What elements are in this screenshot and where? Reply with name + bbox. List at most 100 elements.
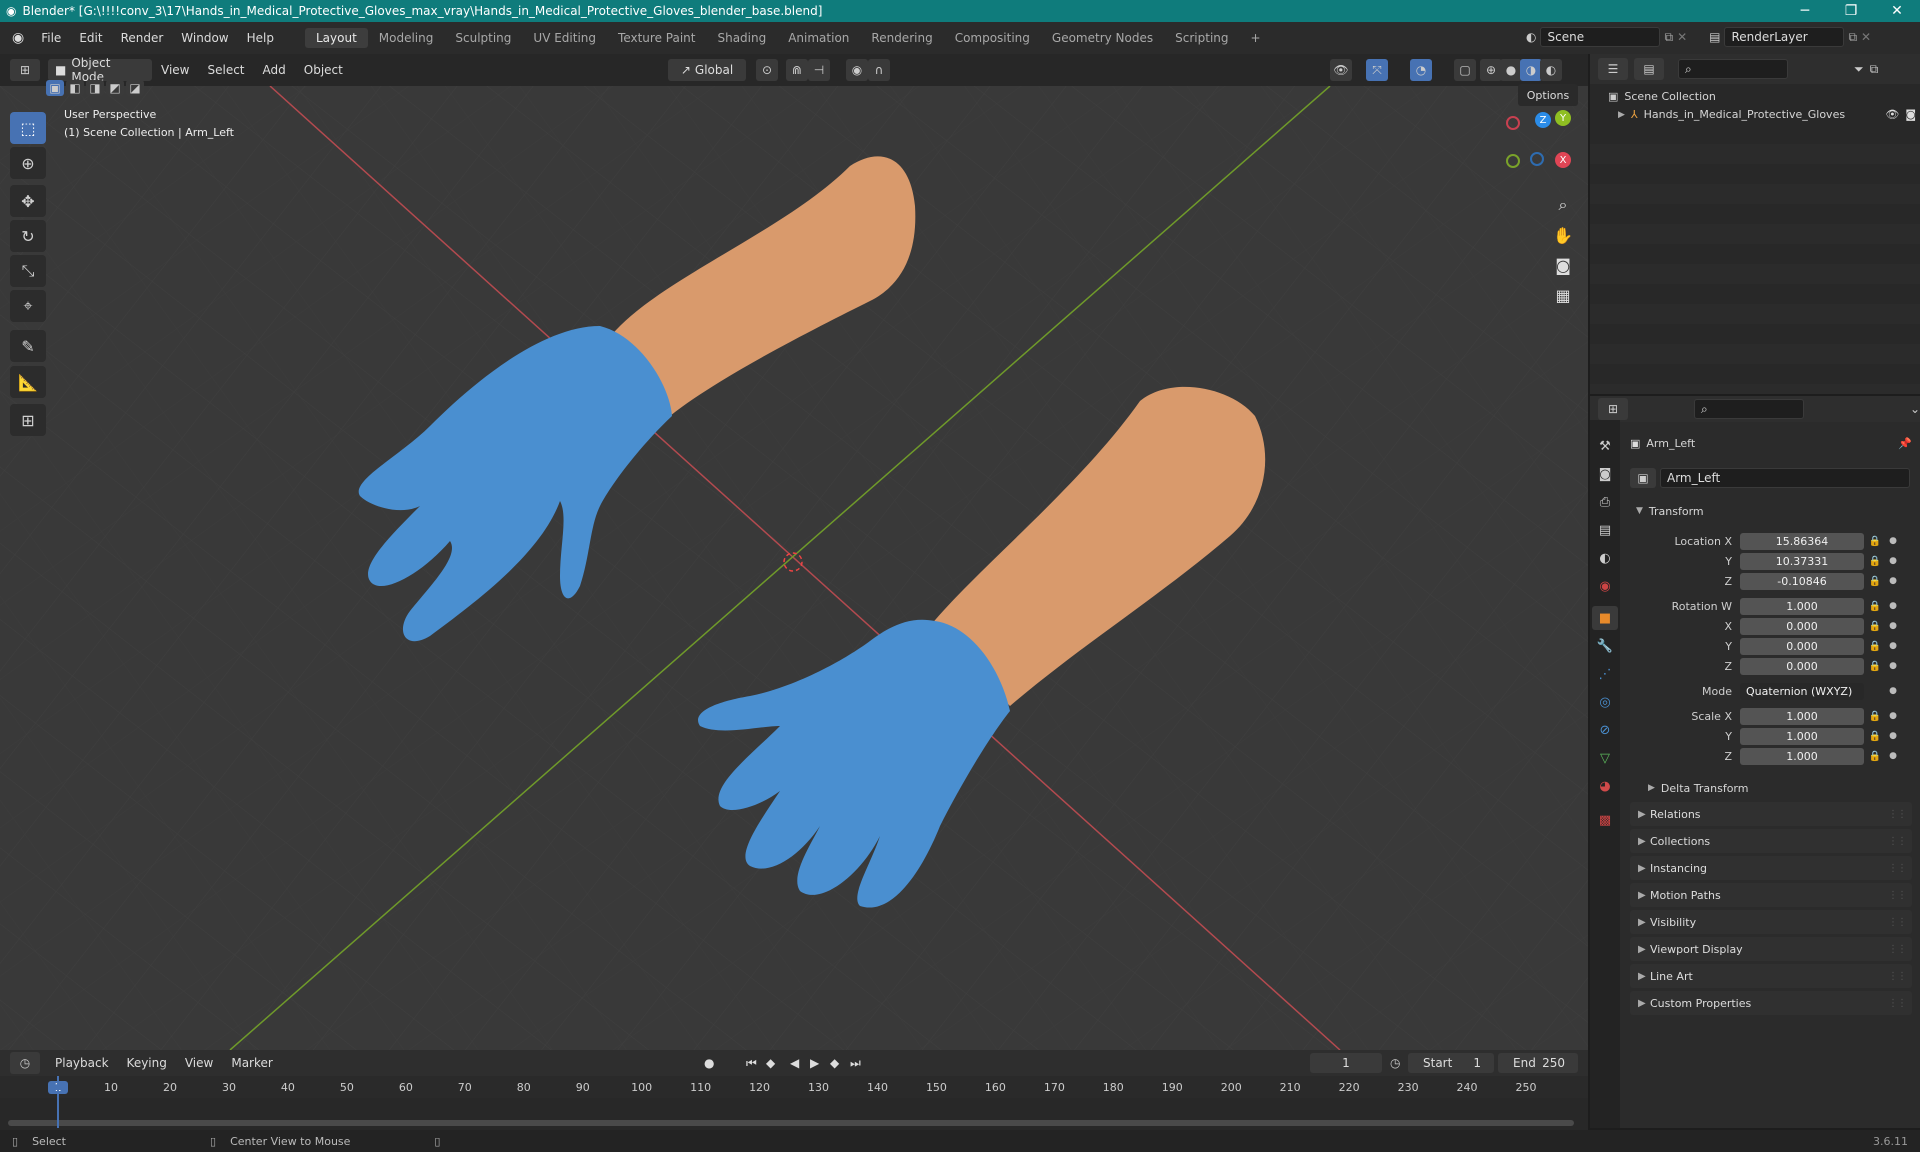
menu-render[interactable]: Render bbox=[112, 31, 173, 45]
gizmo-neg-z[interactable] bbox=[1530, 152, 1544, 166]
display-mode-icon[interactable]: ▤ bbox=[1634, 58, 1664, 80]
view-layer-icon[interactable]: ▤ bbox=[1709, 30, 1720, 44]
panel-custom-properties[interactable]: ▶ Custom Properties ⋮⋮ bbox=[1630, 991, 1912, 1015]
keyframe-dot-icon[interactable]: ● bbox=[1886, 731, 1900, 741]
visibility-icon[interactable]: 👁 bbox=[1330, 59, 1352, 81]
delta-transform-panel[interactable]: ▶ Delta Transform bbox=[1648, 778, 1912, 798]
object-name-field[interactable]: Arm_Left bbox=[1660, 468, 1910, 488]
output-tab-icon[interactable]: ⎙ bbox=[1592, 490, 1618, 514]
select-new-icon[interactable]: ▣ bbox=[46, 80, 64, 96]
blender-menu-icon[interactable]: ◉ bbox=[0, 30, 32, 46]
drag-grip-icon[interactable]: ⋮⋮ bbox=[1888, 863, 1907, 874]
wireframe-shading-icon[interactable]: ⊕ bbox=[1480, 59, 1502, 81]
material-shading-icon[interactable]: ◑ bbox=[1520, 59, 1542, 81]
menu-marker[interactable]: Marker bbox=[222, 1056, 281, 1070]
keyframe-dot-icon[interactable]: ● bbox=[1886, 711, 1900, 721]
camera-view-icon[interactable]: ◙ bbox=[1548, 250, 1578, 280]
keyframe-dot-icon[interactable]: ● bbox=[1886, 686, 1900, 696]
world-tab-icon[interactable]: ◉ bbox=[1592, 574, 1618, 598]
gizmo-neg-y[interactable] bbox=[1506, 154, 1520, 168]
lock-icon[interactable]: 🔒 bbox=[1864, 661, 1886, 672]
ortho-grid-icon[interactable]: ▦ bbox=[1548, 280, 1578, 310]
texture-tab-icon[interactable]: ▩ bbox=[1592, 808, 1618, 832]
menu-add[interactable]: Add bbox=[254, 63, 295, 77]
rotation-y-field[interactable]: 0.000 bbox=[1740, 637, 1864, 655]
delete-view-layer-icon[interactable]: ✕ bbox=[1861, 30, 1871, 44]
render-tab-icon[interactable]: ◙ bbox=[1592, 462, 1618, 486]
gizmo-z[interactable]: Z bbox=[1535, 112, 1551, 128]
lock-icon[interactable]: 🔒 bbox=[1864, 731, 1886, 742]
lock-icon[interactable]: 🔒 bbox=[1864, 601, 1886, 612]
rotate-tool-icon[interactable]: ↻ bbox=[10, 220, 46, 252]
lock-icon[interactable]: 🔒 bbox=[1864, 536, 1886, 547]
tab-texture-paint[interactable]: Texture Paint bbox=[607, 28, 706, 48]
rotation-z-field[interactable]: 0.000 bbox=[1740, 657, 1864, 675]
scale-y-field[interactable]: 1.000 bbox=[1740, 727, 1864, 745]
new-scene-icon[interactable]: ⧉ bbox=[1664, 30, 1673, 45]
select-box-tool-icon[interactable]: ⬚ bbox=[10, 112, 46, 144]
keyframe-dot-icon[interactable]: ● bbox=[1886, 621, 1900, 631]
menu-keying[interactable]: Keying bbox=[118, 1056, 176, 1070]
menu-playback[interactable]: Playback bbox=[46, 1056, 118, 1070]
panel-visibility[interactable]: ▶ Visibility ⋮⋮ bbox=[1630, 910, 1912, 934]
keyframe-dot-icon[interactable]: ● bbox=[1886, 556, 1900, 566]
tab-sculpting[interactable]: Sculpting bbox=[444, 28, 522, 48]
material-tab-icon[interactable]: ◕ bbox=[1592, 774, 1618, 798]
tab-layout[interactable]: Layout bbox=[304, 28, 368, 48]
3d-viewport[interactable]: User Perspective (1) Scene Collection | … bbox=[0, 86, 1588, 1050]
tab-rendering[interactable]: Rendering bbox=[860, 28, 943, 48]
properties-options-icon[interactable]: ⌄ bbox=[1910, 402, 1920, 416]
transform-tool-icon[interactable]: ⌖ bbox=[10, 290, 46, 322]
xray-icon[interactable]: ▢ bbox=[1454, 59, 1476, 81]
outliner-editor-type-icon[interactable]: ☰ bbox=[1598, 58, 1628, 80]
play-reverse-icon[interactable]: ◀ bbox=[790, 1056, 799, 1070]
panel-viewport-display[interactable]: ▶ Viewport Display ⋮⋮ bbox=[1630, 937, 1912, 961]
jump-end-icon[interactable]: ⏭ bbox=[850, 1056, 861, 1071]
gizmo-y[interactable]: Y bbox=[1555, 110, 1571, 126]
scale-x-field[interactable]: 1.000 bbox=[1740, 707, 1864, 725]
view-layer-field[interactable]: RenderLayer bbox=[1724, 27, 1845, 47]
keyframe-dot-icon[interactable]: ● bbox=[1886, 641, 1900, 651]
mode-dropdown[interactable]: ■ Object Mode bbox=[48, 56, 152, 84]
snap-target-icon[interactable]: ⊣ bbox=[808, 59, 830, 81]
outliner-item[interactable]: ▶ ⅄ Hands_in_Medical_Protective_Gloves 👁… bbox=[1618, 108, 1916, 121]
timeline-scrollbar[interactable] bbox=[8, 1120, 1574, 1126]
drag-grip-icon[interactable]: ⋮⋮ bbox=[1888, 971, 1907, 982]
timeline-editor-type-icon[interactable]: ◷ bbox=[10, 1052, 40, 1074]
location-x-field[interactable]: 15.86364 bbox=[1740, 532, 1864, 550]
physics-tab-icon[interactable]: ◎ bbox=[1592, 690, 1618, 714]
minimize-button[interactable]: ─ bbox=[1782, 0, 1828, 22]
location-y-field[interactable]: 10.37331 bbox=[1740, 552, 1864, 570]
current-frame-field[interactable]: 1 bbox=[1310, 1053, 1382, 1073]
keyframe-dot-icon[interactable]: ● bbox=[1886, 536, 1900, 546]
filter-icon[interactable]: ⏷ bbox=[1854, 62, 1864, 77]
lock-icon[interactable]: 🔒 bbox=[1864, 751, 1886, 762]
outliner-search-input[interactable]: ⌕ bbox=[1678, 59, 1788, 79]
menu-object[interactable]: Object bbox=[295, 63, 352, 77]
gizmo-x[interactable]: X bbox=[1555, 152, 1571, 168]
snap-icon[interactable]: ⋒ bbox=[786, 59, 808, 81]
properties-editor-type-icon[interactable]: ⊞ bbox=[1598, 398, 1628, 420]
menu-edit[interactable]: Edit bbox=[70, 31, 111, 45]
hide-eye-icon[interactable]: 👁 bbox=[1885, 108, 1899, 121]
tab-modeling[interactable]: Modeling bbox=[368, 28, 445, 48]
overlay-toggle-icon[interactable]: ◔ bbox=[1410, 59, 1432, 81]
play-icon[interactable]: ▶ bbox=[810, 1056, 819, 1070]
render-camera-icon[interactable]: ◙ bbox=[1905, 108, 1916, 121]
panel-motion-paths[interactable]: ▶ Motion Paths ⋮⋮ bbox=[1630, 883, 1912, 907]
prev-keyframe-icon[interactable]: ◆ bbox=[766, 1056, 775, 1070]
scale-z-field[interactable]: 1.000 bbox=[1740, 747, 1864, 765]
new-view-layer-icon[interactable]: ⧉ bbox=[1848, 30, 1857, 45]
annotate-tool-icon[interactable]: ✎ bbox=[10, 330, 46, 362]
tab-geometry-nodes[interactable]: Geometry Nodes bbox=[1041, 28, 1164, 48]
jump-start-icon[interactable]: ⏮ bbox=[746, 1056, 757, 1071]
tab-animation[interactable]: Animation bbox=[777, 28, 860, 48]
end-frame-field[interactable]: End 250 bbox=[1498, 1053, 1578, 1073]
keyframe-dot-icon[interactable]: ● bbox=[1886, 576, 1900, 586]
data-tab-icon[interactable]: ▽ bbox=[1592, 746, 1618, 770]
constraints-tab-icon[interactable]: ⊘ bbox=[1592, 718, 1618, 742]
options-dropdown[interactable]: Options bbox=[1518, 84, 1578, 106]
scene-field[interactable]: Scene bbox=[1540, 27, 1661, 47]
drag-grip-icon[interactable]: ⋮⋮ bbox=[1888, 809, 1907, 820]
rendered-shading-icon[interactable]: ◐ bbox=[1540, 59, 1562, 81]
